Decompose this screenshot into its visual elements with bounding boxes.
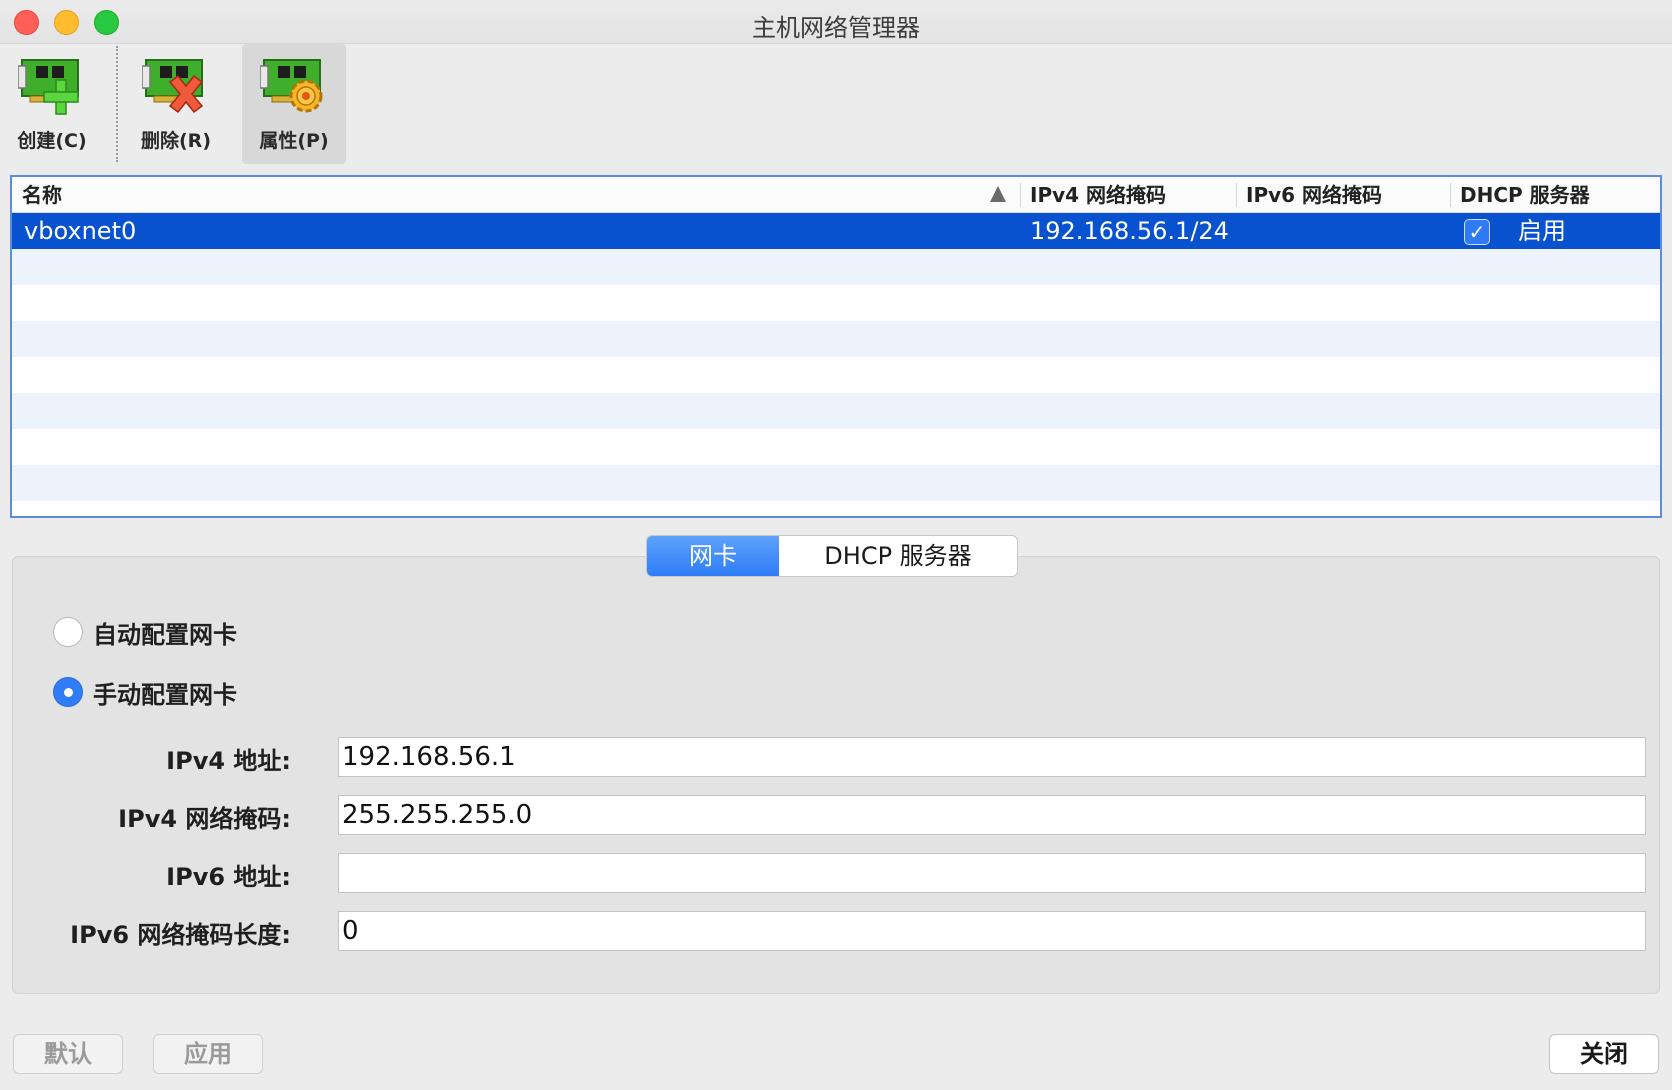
empty-row — [12, 465, 1660, 501]
column-header-dhcp-server[interactable]: DHCP 服务器 — [1450, 177, 1660, 213]
column-header-name[interactable]: 名称 — [12, 177, 1020, 213]
toolbar: 创建(C) 删除(R) 属性(P) — [0, 44, 1672, 166]
reset-button[interactable]: 默认 — [13, 1034, 123, 1074]
empty-row — [12, 357, 1660, 393]
network-card-settings-icon — [260, 59, 323, 113]
network-card-add-icon — [18, 59, 79, 115]
ipv6-address-input[interactable] — [338, 853, 1646, 893]
create-label: 创建(C) — [17, 130, 87, 152]
dhcp-enabled-label: 启用 — [1518, 217, 1566, 245]
auto-config-option[interactable]: 自动配置网卡 — [53, 615, 237, 649]
empty-row — [12, 321, 1660, 357]
network-name-cell: vboxnet0 — [24, 217, 137, 245]
ipv4-address-input[interactable]: 192.168.56.1 — [338, 737, 1646, 777]
manual-config-label: 手动配置网卡 — [93, 680, 237, 709]
table-header: 名称 IPv4 网络掩码 IPv6 网络掩码 DHCP 服务器 — [12, 177, 1660, 213]
empty-row — [12, 285, 1660, 321]
adapter-settings-panel: 自动配置网卡 手动配置网卡 IPv4 地址: 192.168.56.1 IPv4… — [12, 556, 1660, 994]
sort-ascending-icon — [990, 186, 1006, 202]
ipv4-address-label: IPv4 地址: — [166, 747, 291, 775]
column-header-ipv4-mask[interactable]: IPv4 网络掩码 — [1020, 177, 1236, 213]
empty-row — [12, 429, 1660, 465]
manual-config-option[interactable]: 手动配置网卡 — [53, 675, 237, 709]
properties-button[interactable]: 属性(P) — [242, 44, 346, 164]
ipv6-prefix-length-input[interactable]: 0 — [338, 911, 1646, 951]
title-bar: 主机网络管理器 — [0, 0, 1672, 44]
ipv4-mask-input[interactable]: 255.255.255.0 — [338, 795, 1646, 835]
create-button[interactable]: 创建(C) — [0, 44, 104, 164]
settings-tabs: 网卡 DHCP 服务器 — [646, 535, 1018, 577]
manual-config-radio[interactable] — [53, 677, 83, 707]
column-header-ipv6-mask[interactable]: IPv6 网络掩码 — [1236, 177, 1450, 213]
ipv4-mask-cell: 192.168.56.1/24 — [1030, 217, 1229, 245]
close-button[interactable]: 关闭 — [1549, 1034, 1659, 1074]
delete-label: 删除(R) — [141, 130, 211, 152]
host-network-manager-window: 主机网络管理器 创建(C) 删除(R) 属性(P) 名称 IPv4 网络掩码 I… — [0, 0, 1672, 1090]
properties-label: 属性(P) — [259, 130, 329, 152]
tab-adapter[interactable]: 网卡 — [647, 536, 779, 576]
dhcp-enabled-checkbox[interactable]: ✓ — [1464, 219, 1490, 245]
ipv6-address-label: IPv6 地址: — [166, 863, 291, 891]
ipv6-prefix-length-label: IPv6 网络掩码长度: — [70, 921, 291, 949]
delete-button[interactable]: 删除(R) — [124, 44, 228, 164]
toolbar-separator — [116, 46, 118, 162]
table-body: vboxnet0 192.168.56.1/24 ✓ 启用 — [12, 213, 1660, 501]
apply-button[interactable]: 应用 — [153, 1034, 263, 1074]
auto-config-radio[interactable] — [53, 617, 83, 647]
host-network-table[interactable]: 名称 IPv4 网络掩码 IPv6 网络掩码 DHCP 服务器 vboxnet0… — [10, 175, 1662, 518]
ipv4-mask-label: IPv4 网络掩码: — [118, 805, 291, 833]
table-row[interactable]: vboxnet0 192.168.56.1/24 ✓ 启用 — [12, 213, 1660, 249]
auto-config-label: 自动配置网卡 — [93, 620, 237, 649]
window-title: 主机网络管理器 — [752, 14, 920, 42]
tab-dhcp-server[interactable]: DHCP 服务器 — [779, 536, 1017, 576]
empty-row — [12, 249, 1660, 285]
empty-row — [12, 393, 1660, 429]
network-card-remove-icon — [142, 59, 204, 114]
